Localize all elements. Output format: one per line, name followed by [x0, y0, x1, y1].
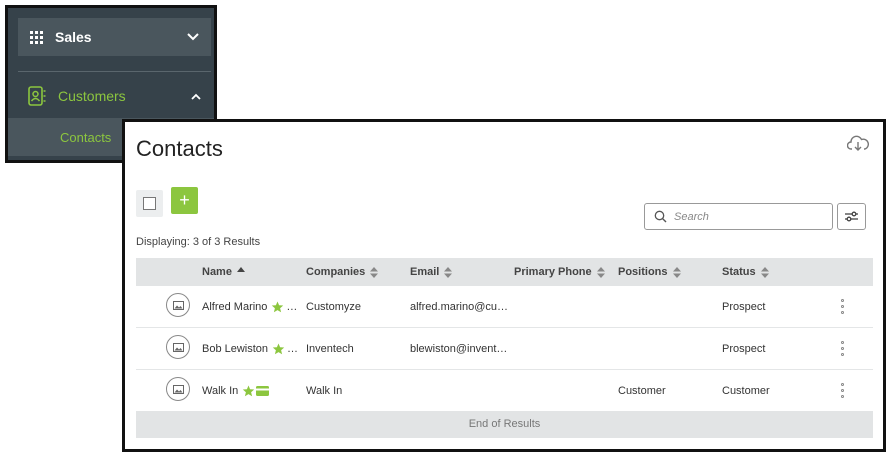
name-badges: … [272, 343, 298, 355]
cell-status: Prospect [722, 300, 766, 313]
cell-name: Bob Lewiston … [202, 328, 298, 369]
column-header-label: Positions [618, 266, 668, 278]
column-header-label: Companies [306, 266, 366, 278]
kebab-icon[interactable] [839, 383, 845, 398]
cloud-download-icon[interactable] [847, 134, 869, 152]
avatar[interactable] [166, 293, 190, 317]
contacts-table: Name Companies Email Primary Phone Posit… [136, 258, 873, 438]
contact-name[interactable]: Alfred Marino [202, 301, 267, 313]
image-placeholder-icon [172, 384, 184, 394]
table-row[interactable]: Alfred Marino … Customyze alfred.marino@… [136, 286, 873, 328]
cell-email[interactable]: blewiston@invent… [410, 328, 507, 369]
sort-asc-icon [236, 267, 245, 272]
name-badges [242, 385, 270, 397]
column-header-name[interactable]: Name [202, 258, 245, 286]
column-header-companies[interactable]: Companies [306, 258, 379, 286]
cell-company[interactable]: Inventech [306, 328, 354, 369]
sort-icon [760, 266, 769, 278]
table-header: Name Companies Email Primary Phone Posit… [136, 258, 873, 286]
nav-sales-label: Sales [55, 29, 92, 45]
sort-icon [672, 266, 681, 278]
sliders-icon [845, 211, 858, 222]
table-row[interactable]: Bob Lewiston … Inventech blewiston@inven… [136, 328, 873, 370]
page-title: Contacts [136, 136, 223, 161]
checkbox-box [143, 197, 156, 210]
cell-position: Customer [618, 384, 666, 397]
cell-name: Walk In [202, 370, 270, 411]
ellipsis-icon: … [287, 342, 299, 355]
chevron-up-icon [191, 93, 201, 100]
sort-icon [370, 266, 379, 278]
avatar[interactable] [166, 335, 190, 359]
nav-sales[interactable]: Sales [18, 18, 211, 56]
column-header-primary-phone[interactable]: Primary Phone [514, 258, 605, 286]
sort-icon [444, 266, 453, 278]
column-header-label: Name [202, 266, 232, 278]
search-box[interactable] [644, 203, 833, 230]
sort-icon [596, 266, 605, 278]
column-header-status[interactable]: Status [722, 258, 769, 286]
ellipsis-icon: … [286, 300, 298, 313]
result-count: Displaying: 3 of 3 Results [136, 236, 261, 248]
name-badges: … [271, 301, 297, 313]
star-icon [272, 343, 285, 354]
column-header-label: Status [722, 266, 756, 278]
contact-name[interactable]: Bob Lewiston [202, 343, 268, 355]
cell-name: Alfred Marino … [202, 286, 297, 327]
credit-card-icon [256, 385, 270, 396]
filter-button[interactable] [837, 203, 866, 230]
add-contact-button[interactable]: + [171, 187, 198, 214]
image-placeholder-icon [172, 300, 184, 310]
kebab-icon[interactable] [839, 341, 845, 356]
star-icon [272, 301, 284, 312]
search-input[interactable] [672, 209, 826, 224]
search-icon [654, 210, 667, 223]
avatar[interactable] [166, 377, 190, 401]
nav-contacts-label: Contacts [60, 129, 112, 145]
nav-customers[interactable]: Customers [18, 78, 211, 114]
cell-status: Prospect [722, 342, 766, 355]
column-header-positions[interactable]: Positions [618, 258, 681, 286]
kebab-icon[interactable] [839, 299, 845, 314]
contact-name[interactable]: Walk In [202, 385, 238, 397]
chevron-down-icon [187, 33, 199, 41]
column-header-email[interactable]: Email [410, 258, 453, 286]
nav-customers-label: Customers [58, 88, 126, 104]
image-placeholder-icon [172, 342, 184, 352]
star-icon [243, 385, 255, 396]
table-row[interactable]: Walk In Walk In Customer Customer [136, 370, 873, 411]
grid-icon [30, 30, 43, 44]
select-all-checkbox[interactable] [136, 190, 163, 217]
cell-company[interactable]: Customyze [306, 286, 361, 327]
plus-icon: + [179, 190, 190, 210]
contact-book-icon [28, 86, 46, 106]
cell-status: Customer [722, 384, 770, 397]
column-header-label: Primary Phone [514, 266, 592, 278]
column-header-label: Email [410, 266, 440, 278]
sidebar-divider [18, 71, 211, 72]
cell-email[interactable]: alfred.marino@cu… [410, 286, 508, 327]
contacts-panel: Contacts + Displaying: 3 of 3 Results Na… [122, 119, 886, 452]
end-of-results: End of Results [136, 411, 873, 438]
cell-company[interactable]: Walk In [306, 370, 342, 411]
